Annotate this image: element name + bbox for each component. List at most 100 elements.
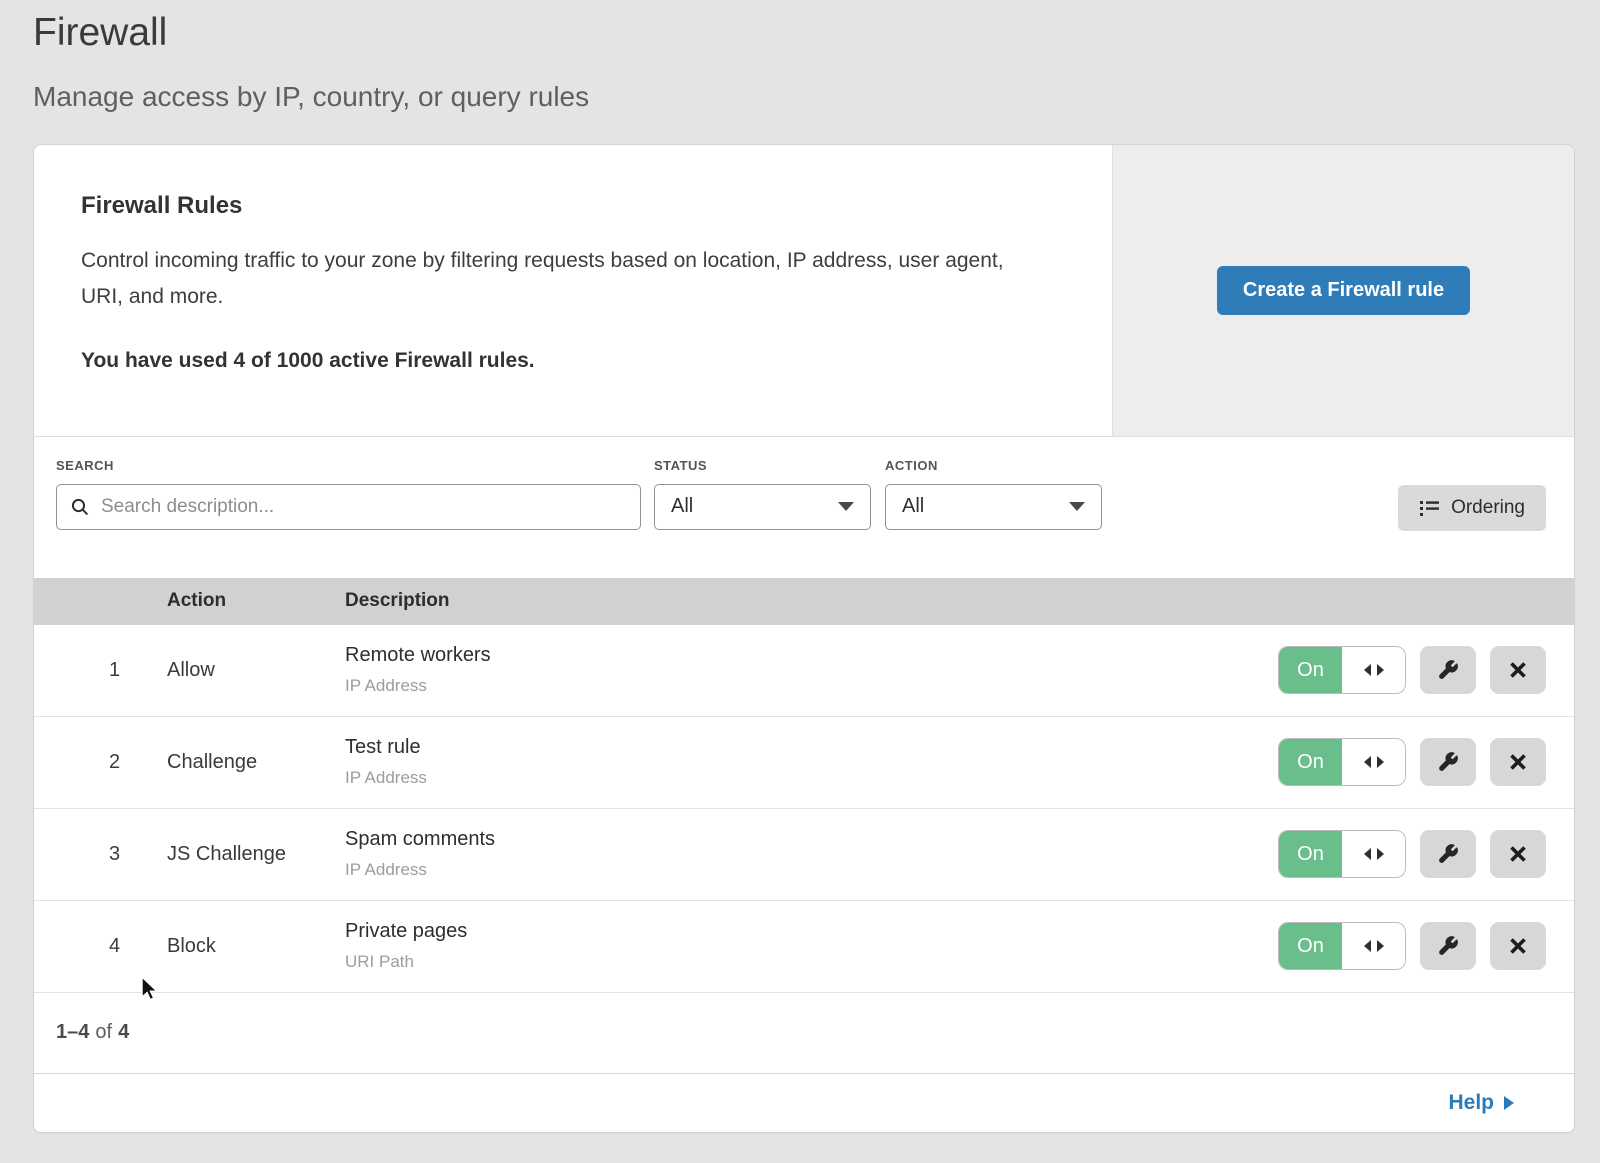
action-select[interactable]: All <box>885 484 1102 530</box>
page-title: Firewall <box>33 10 1600 57</box>
help-link[interactable]: Help <box>1448 1091 1514 1115</box>
rule-action: Allow <box>167 659 345 682</box>
rule-enabled-toggle[interactable]: On <box>1278 646 1406 694</box>
close-icon <box>1508 844 1528 864</box>
triangle-right-icon <box>1377 940 1384 952</box>
page-header: Firewall Manage access by IP, country, o… <box>0 0 1600 113</box>
chevron-down-icon <box>1069 502 1085 511</box>
ordered-list-icon <box>1419 498 1440 518</box>
pagination-range: 1–4 <box>56 1021 89 1044</box>
pagination-of: of <box>95 1021 112 1044</box>
toggle-on-label: On <box>1279 923 1342 969</box>
rule-action: Block <box>167 935 345 958</box>
edit-rule-button[interactable] <box>1420 646 1476 694</box>
rule-description: Remote workers <box>345 644 1278 667</box>
pagination: 1–4 of 4 <box>34 993 1574 1074</box>
card-footer: Help <box>34 1074 1574 1132</box>
triangle-right-icon <box>1377 664 1384 676</box>
toggle-on-label: On <box>1279 647 1342 693</box>
ordering-button[interactable]: Ordering <box>1398 485 1546 531</box>
triangle-left-icon <box>1364 848 1371 860</box>
wrench-icon <box>1437 935 1459 957</box>
action-filter-group: ACTION All <box>885 458 1102 530</box>
close-icon <box>1508 660 1528 680</box>
pagination-total: 4 <box>118 1021 129 1044</box>
ordering-button-label: Ordering <box>1451 497 1525 519</box>
intro-text-block: Firewall Rules Control incoming traffic … <box>34 145 1094 373</box>
toggle-handle[interactable] <box>1342 831 1405 877</box>
triangle-right-icon <box>1377 848 1384 860</box>
delete-rule-button[interactable] <box>1490 830 1546 878</box>
table-header: Action Description <box>34 578 1574 625</box>
status-selected-value: All <box>671 495 693 518</box>
triangle-left-icon <box>1364 940 1371 952</box>
rule-description: Test rule <box>345 736 1278 759</box>
rule-priority: 1 <box>109 659 167 682</box>
rule-match-type: URI Path <box>345 952 1278 972</box>
firewall-rules-card: Firewall Rules Control incoming traffic … <box>33 144 1575 1133</box>
search-input[interactable] <box>99 495 627 519</box>
table-row: 4 Block Private pages URI Path On <box>34 901 1574 993</box>
rule-priority: 4 <box>109 935 167 958</box>
close-icon <box>1508 936 1528 956</box>
rule-action: JS Challenge <box>167 843 345 866</box>
search-icon <box>70 497 90 517</box>
rule-controls: On <box>1278 738 1546 786</box>
toggle-handle[interactable] <box>1342 739 1405 785</box>
wrench-icon <box>1437 659 1459 681</box>
rule-description: Private pages <box>345 920 1278 943</box>
rule-action: Challenge <box>167 751 345 774</box>
rule-priority: 3 <box>109 843 167 866</box>
toggle-on-label: On <box>1279 831 1342 877</box>
create-rule-panel: Create a Firewall rule <box>1112 145 1574 436</box>
delete-rule-button[interactable] <box>1490 922 1546 970</box>
chevron-down-icon <box>838 502 854 511</box>
rule-controls: On <box>1278 830 1546 878</box>
status-label: STATUS <box>654 458 871 473</box>
rule-controls: On <box>1278 922 1546 970</box>
toggle-handle[interactable] <box>1342 647 1405 693</box>
rule-description-cell: Test rule IP Address <box>345 736 1278 788</box>
rule-enabled-toggle[interactable]: On <box>1278 922 1406 970</box>
search-filter-group: SEARCH <box>56 458 641 530</box>
rule-description-cell: Remote workers IP Address <box>345 644 1278 696</box>
column-action: Action <box>167 590 345 612</box>
triangle-right-icon <box>1504 1096 1514 1110</box>
section-heading: Firewall Rules <box>81 192 1094 220</box>
table-row: 1 Allow Remote workers IP Address On <box>34 625 1574 717</box>
intro-section: Firewall Rules Control incoming traffic … <box>34 145 1574 437</box>
status-filter-group: STATUS All <box>654 458 871 530</box>
section-description: Control incoming traffic to your zone by… <box>81 243 1031 315</box>
wrench-icon <box>1437 751 1459 773</box>
rule-enabled-toggle[interactable]: On <box>1278 738 1406 786</box>
action-label: ACTION <box>885 458 1102 473</box>
page-subtitle: Manage access by IP, country, or query r… <box>33 81 1600 113</box>
delete-rule-button[interactable] <box>1490 738 1546 786</box>
edit-rule-button[interactable] <box>1420 738 1476 786</box>
create-firewall-rule-button[interactable]: Create a Firewall rule <box>1217 266 1470 315</box>
rule-match-type: IP Address <box>345 676 1278 696</box>
edit-rule-button[interactable] <box>1420 922 1476 970</box>
triangle-left-icon <box>1364 664 1371 676</box>
triangle-right-icon <box>1377 756 1384 768</box>
wrench-icon <box>1437 843 1459 865</box>
close-icon <box>1508 752 1528 772</box>
rule-priority: 2 <box>109 751 167 774</box>
column-description: Description <box>345 590 1574 612</box>
delete-rule-button[interactable] <box>1490 646 1546 694</box>
rule-enabled-toggle[interactable]: On <box>1278 830 1406 878</box>
search-box[interactable] <box>56 484 641 530</box>
usage-note: You have used 4 of 1000 active Firewall … <box>81 349 1094 373</box>
rule-description-cell: Private pages URI Path <box>345 920 1278 972</box>
rule-match-type: IP Address <box>345 860 1278 880</box>
help-link-label: Help <box>1448 1091 1494 1115</box>
table-row: 2 Challenge Test rule IP Address On <box>34 717 1574 809</box>
table-row: 3 JS Challenge Spam comments IP Address … <box>34 809 1574 901</box>
edit-rule-button[interactable] <box>1420 830 1476 878</box>
rule-controls: On <box>1278 646 1546 694</box>
status-select[interactable]: All <box>654 484 871 530</box>
toggle-on-label: On <box>1279 739 1342 785</box>
toggle-handle[interactable] <box>1342 923 1405 969</box>
action-selected-value: All <box>902 495 924 518</box>
search-label: SEARCH <box>56 458 641 473</box>
